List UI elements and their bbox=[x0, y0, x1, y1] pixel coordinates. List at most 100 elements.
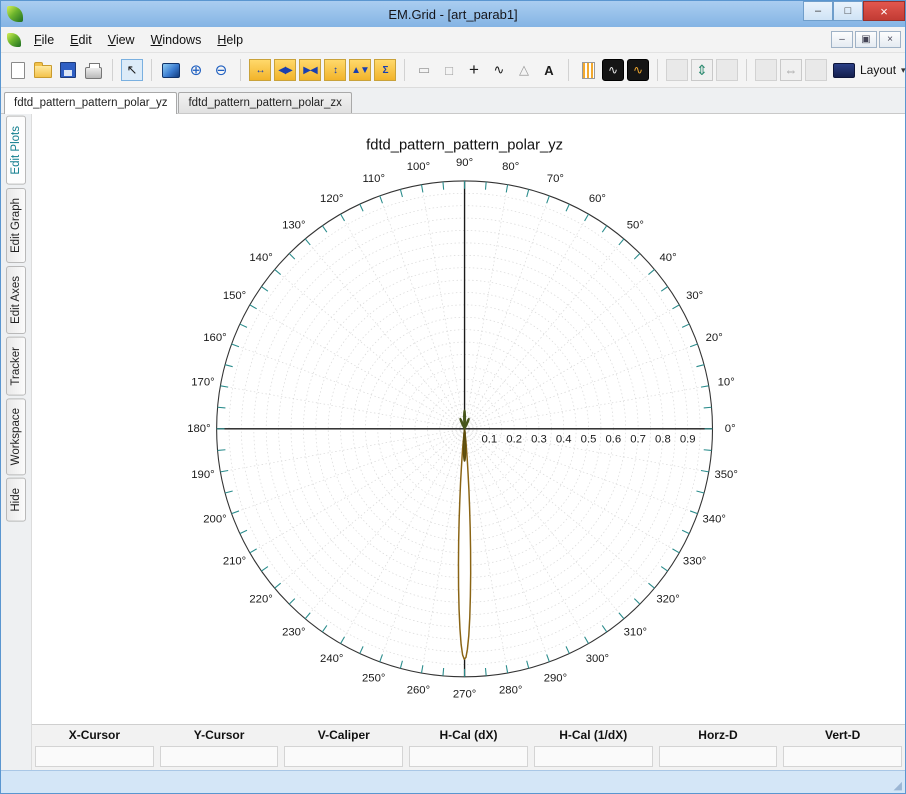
box-select-button[interactable]: □ bbox=[438, 59, 460, 81]
status-header-row: X-CursorY-CursorV-CaliperH-Cal (dX)H-Cal… bbox=[32, 724, 905, 745]
slope-tool-button[interactable]: △ bbox=[513, 59, 535, 81]
text-tool-button[interactable]: A bbox=[538, 59, 560, 81]
angle-label-300: 300° bbox=[586, 653, 609, 665]
status-col-y-cursor: Y-Cursor bbox=[157, 725, 282, 745]
tab-fdtd-pattern-pattern-polar-yz[interactable]: fdtd_pattern_pattern_polar_yz bbox=[4, 92, 177, 114]
side-tab-strip: Edit Plots Edit Graph Edit Axes TrackerWork… bbox=[1, 114, 32, 770]
radial-label-0.9: 0.9 bbox=[680, 434, 696, 446]
close-button[interactable]: × bbox=[863, 1, 905, 21]
menu-windows[interactable]: Windows bbox=[143, 30, 210, 50]
status-col-v-caliper: V-Caliper bbox=[281, 725, 406, 745]
side-tab-edit-plots[interactable]: Edit Plots bbox=[6, 116, 26, 185]
resize-grip[interactable]: ◢ bbox=[894, 781, 902, 792]
new-document-button[interactable] bbox=[7, 59, 29, 81]
angle-label-340: 340° bbox=[703, 514, 726, 526]
angle-label-240: 240° bbox=[320, 653, 343, 665]
angle-label-150: 150° bbox=[223, 290, 246, 302]
mdi-minimize-button[interactable]: – bbox=[831, 31, 853, 48]
angle-label-30: 30° bbox=[686, 290, 703, 302]
zoom-in-button[interactable]: ⊕ bbox=[185, 59, 207, 81]
side-tab-hide[interactable]: Hide bbox=[6, 478, 26, 522]
trace-style-color-button[interactable]: ∿ bbox=[627, 59, 649, 81]
angle-label-140: 140° bbox=[249, 252, 272, 264]
region-select-button[interactable]: ▭ bbox=[413, 59, 435, 81]
open-button[interactable] bbox=[32, 59, 54, 81]
minimize-button[interactable]: – bbox=[803, 1, 833, 21]
layout-label: Layout bbox=[860, 63, 896, 77]
status-cells-row bbox=[32, 745, 905, 770]
spacer-a-button[interactable] bbox=[666, 59, 688, 81]
save-button[interactable] bbox=[57, 59, 79, 81]
tab-fdtd-pattern-pattern-polar-zx[interactable]: fdtd_pattern_pattern_polar_zx bbox=[178, 92, 351, 113]
angle-label-250: 250° bbox=[362, 672, 385, 684]
h-scroll-button[interactable]: ◀▶ bbox=[274, 59, 296, 81]
spacer-d-button[interactable] bbox=[805, 59, 827, 81]
angle-label-40: 40° bbox=[660, 252, 677, 264]
angle-label-280: 280° bbox=[499, 684, 522, 696]
angle-label-290: 290° bbox=[544, 672, 567, 684]
spacer-c-button[interactable] bbox=[755, 59, 777, 81]
radial-label-0.4: 0.4 bbox=[556, 434, 572, 446]
bottom-status-strip: ◢ bbox=[1, 770, 905, 793]
v-fit-button[interactable]: ⇕ bbox=[691, 59, 713, 81]
menu-help[interactable]: Help bbox=[209, 30, 251, 50]
status-cell-vert-d bbox=[783, 746, 902, 767]
angle-label-50: 50° bbox=[627, 219, 644, 231]
angle-label-120: 120° bbox=[320, 193, 343, 205]
tab-bar: fdtd_pattern_pattern_polar_yzfdtd_patter… bbox=[1, 88, 905, 114]
h-center-button[interactable]: ▶◀ bbox=[299, 59, 321, 81]
angle-label-100: 100° bbox=[407, 161, 430, 173]
zoom-window-button-icon bbox=[162, 63, 180, 78]
v-extents-button[interactable]: ↕ bbox=[324, 59, 346, 81]
angle-label-130: 130° bbox=[282, 219, 305, 231]
v-scroll-button[interactable]: ▲▼ bbox=[349, 59, 371, 81]
fit-all-button[interactable]: Σ bbox=[374, 59, 396, 81]
print-button[interactable] bbox=[82, 59, 104, 81]
print-button-icon bbox=[85, 67, 102, 79]
toolbar-items: ↖⊕⊖↔◀▶▶◀↕▲▼Σ▭□+∿△A∿∿⇕⇔ bbox=[7, 59, 827, 81]
toolbar-separator bbox=[240, 59, 241, 81]
radial-label-0.7: 0.7 bbox=[630, 434, 646, 446]
side-tab-edit-axes[interactable]: Edit Axes bbox=[6, 266, 26, 334]
side-tab-workspace[interactable]: Workspace bbox=[6, 398, 26, 475]
toolbar-separator bbox=[657, 59, 658, 81]
polar-plot-canvas[interactable]: 0°10°20°30°40°50°60°70°80°90°100°110°120… bbox=[32, 114, 905, 724]
toolbar-separator bbox=[568, 59, 569, 81]
radial-label-0.8: 0.8 bbox=[655, 434, 671, 446]
status-col-h-cal-dx: H-Cal (dX) bbox=[406, 725, 531, 745]
side-tab-tracker[interactable]: Tracker bbox=[6, 337, 26, 396]
angle-label-330: 330° bbox=[683, 556, 706, 568]
new-document-button-icon bbox=[11, 62, 25, 79]
palette-button[interactable] bbox=[577, 59, 599, 81]
mdi-window-controls: – ▣ × bbox=[831, 31, 905, 48]
toolbar-separator bbox=[112, 59, 113, 81]
status-col-x-cursor: X-Cursor bbox=[32, 725, 157, 745]
menu-view[interactable]: View bbox=[100, 30, 143, 50]
h-extents-button[interactable]: ↔ bbox=[249, 59, 271, 81]
trace-tool-button[interactable]: ∿ bbox=[488, 59, 510, 81]
menu-edit[interactable]: Edit bbox=[62, 30, 100, 50]
angle-label-210: 210° bbox=[223, 556, 246, 568]
mdi-close-button[interactable]: × bbox=[879, 31, 901, 48]
side-tab-edit-graph[interactable]: Edit Graph bbox=[6, 188, 26, 263]
crosshair-tool-button[interactable]: + bbox=[463, 59, 485, 81]
pointer-tool-button[interactable]: ↖ bbox=[121, 59, 143, 81]
radial-label-0.1: 0.1 bbox=[481, 434, 497, 446]
maximize-button[interactable]: □ bbox=[833, 1, 863, 21]
status-cell-h-cal-1-dx bbox=[534, 746, 653, 767]
spacer-b-button[interactable] bbox=[716, 59, 738, 81]
angle-label-310: 310° bbox=[624, 626, 647, 638]
main-lobe bbox=[458, 429, 470, 659]
chart-title: fdtd_pattern_pattern_polar_yz bbox=[366, 137, 563, 153]
angle-label-220: 220° bbox=[249, 594, 272, 606]
zoom-out-button[interactable]: ⊖ bbox=[210, 59, 232, 81]
layout-dropdown[interactable]: Layout ▾ bbox=[827, 60, 906, 81]
main-panel: 0°10°20°30°40°50°60°70°80°90°100°110°120… bbox=[32, 114, 905, 770]
menu-file[interactable]: File bbox=[26, 30, 62, 50]
palette-button-icon bbox=[582, 62, 595, 79]
angle-label-270: 270° bbox=[453, 688, 476, 700]
zoom-window-button[interactable] bbox=[160, 59, 182, 81]
h-fit-button[interactable]: ⇔ bbox=[780, 59, 802, 81]
trace-style-dark-button[interactable]: ∿ bbox=[602, 59, 624, 81]
mdi-restore-button[interactable]: ▣ bbox=[855, 31, 877, 48]
